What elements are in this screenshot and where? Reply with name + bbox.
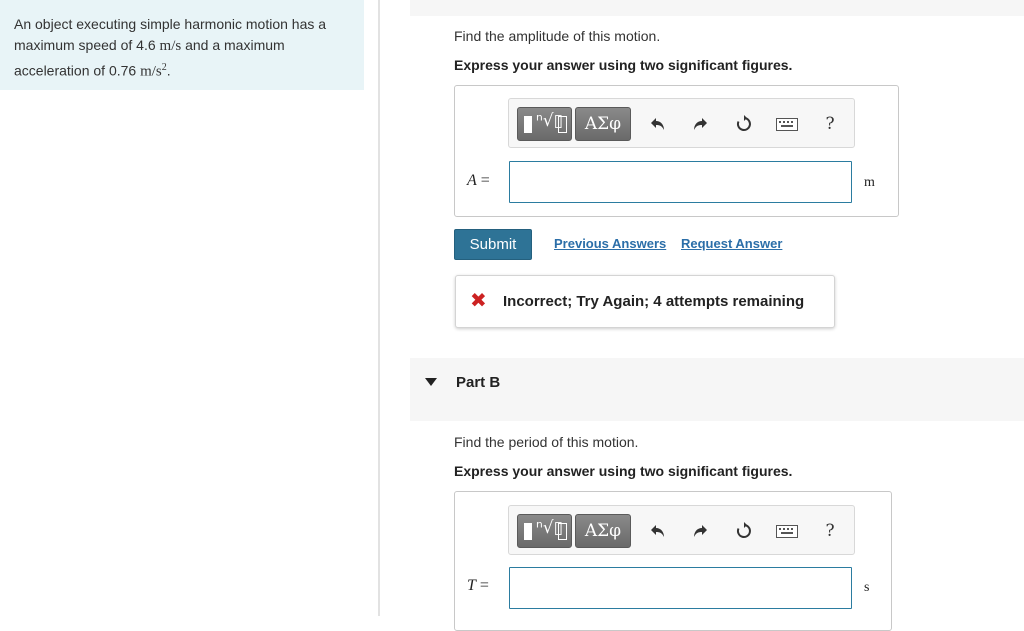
redo-icon[interactable]	[686, 517, 714, 545]
problem-line-3: acceleration of 0.76 m/s2.	[14, 57, 350, 83]
part-a-header-band	[410, 0, 1024, 16]
speed-unit-m: m	[159, 38, 172, 54]
part-b-question: Find the period of this motion.	[454, 434, 639, 450]
filled-square-icon	[524, 523, 532, 540]
part-a-unit: m	[864, 175, 875, 190]
part-b-answer-input[interactable]	[509, 567, 852, 609]
keyboard-icon[interactable]	[773, 517, 801, 545]
undo-icon[interactable]	[644, 517, 672, 545]
part-b-title[interactable]: Part B	[456, 374, 500, 391]
greek-symbols-button[interactable]: ΑΣφ	[575, 514, 631, 548]
feedback-text: Incorrect; Try Again; 4 attempts remaini…	[503, 293, 805, 310]
speed-unit-s: /s	[171, 38, 182, 54]
part-a-math-toolbar: ⁿ√▯ ΑΣφ ?	[508, 98, 855, 148]
acceleration-unit: m/s	[140, 63, 162, 80]
part-a-answer-box: ⁿ√▯ ΑΣφ ? A = m	[454, 85, 899, 217]
feedback-message: ✖ Incorrect; Try Again; 4 attempts remai…	[455, 275, 835, 328]
part-a-instruction: Express your answer using two significan…	[454, 57, 793, 73]
part-a-equals: =	[480, 172, 490, 189]
part-a-answer-input[interactable]	[509, 161, 852, 203]
collapse-caret-icon[interactable]	[425, 378, 437, 386]
part-b-equals: =	[479, 577, 489, 594]
problem-statement: An object executing simple harmonic moti…	[0, 0, 364, 90]
reset-icon[interactable]	[730, 517, 758, 545]
help-button[interactable]: ?	[816, 517, 844, 545]
part-b-math-toolbar: ⁿ√▯ ΑΣφ ?	[508, 505, 855, 555]
keyboard-icon[interactable]	[773, 110, 801, 138]
part-b-unit: s	[864, 580, 870, 595]
empty-square-icon	[558, 116, 567, 133]
problem-line-2-text: maximum speed of 4.6	[14, 37, 160, 53]
part-b-variable: T	[467, 577, 476, 594]
greek-symbols-button[interactable]: ΑΣφ	[575, 107, 631, 141]
submit-button[interactable]: Submit	[454, 229, 532, 260]
part-a-variable: A	[467, 172, 477, 189]
templates-button[interactable]: ⁿ√▯	[517, 514, 572, 548]
part-b-answer-box: ⁿ√▯ ΑΣφ ? T = s	[454, 491, 892, 631]
reset-icon[interactable]	[730, 110, 758, 138]
request-answer-link[interactable]: Request Answer	[681, 236, 782, 251]
empty-square-icon	[558, 523, 567, 540]
problem-line-3-text: acceleration of 0.76	[14, 62, 141, 79]
help-button[interactable]: ?	[816, 110, 844, 138]
incorrect-x-icon: ✖	[470, 290, 487, 312]
problem-line-2: maximum speed of 4.6 m/s and a maximum	[14, 35, 350, 57]
part-b-header[interactable]	[410, 358, 1024, 421]
pane-divider	[378, 0, 380, 616]
previous-answers-link[interactable]: Previous Answers	[554, 236, 666, 251]
part-a-question: Find the amplitude of this motion.	[454, 28, 661, 44]
problem-line-1: An object executing simple harmonic moti…	[14, 16, 327, 32]
problem-line-2-end: and a maximum	[181, 37, 285, 53]
redo-icon[interactable]	[686, 110, 714, 138]
problem-line-3-end: .	[166, 62, 171, 79]
templates-button[interactable]: ⁿ√▯	[517, 107, 572, 141]
part-b-instruction: Express your answer using two significan…	[454, 463, 793, 479]
undo-icon[interactable]	[644, 110, 672, 138]
part-b-variable-label: T =	[467, 577, 489, 595]
part-a-variable-label: A =	[467, 172, 490, 190]
filled-square-icon	[524, 116, 532, 133]
